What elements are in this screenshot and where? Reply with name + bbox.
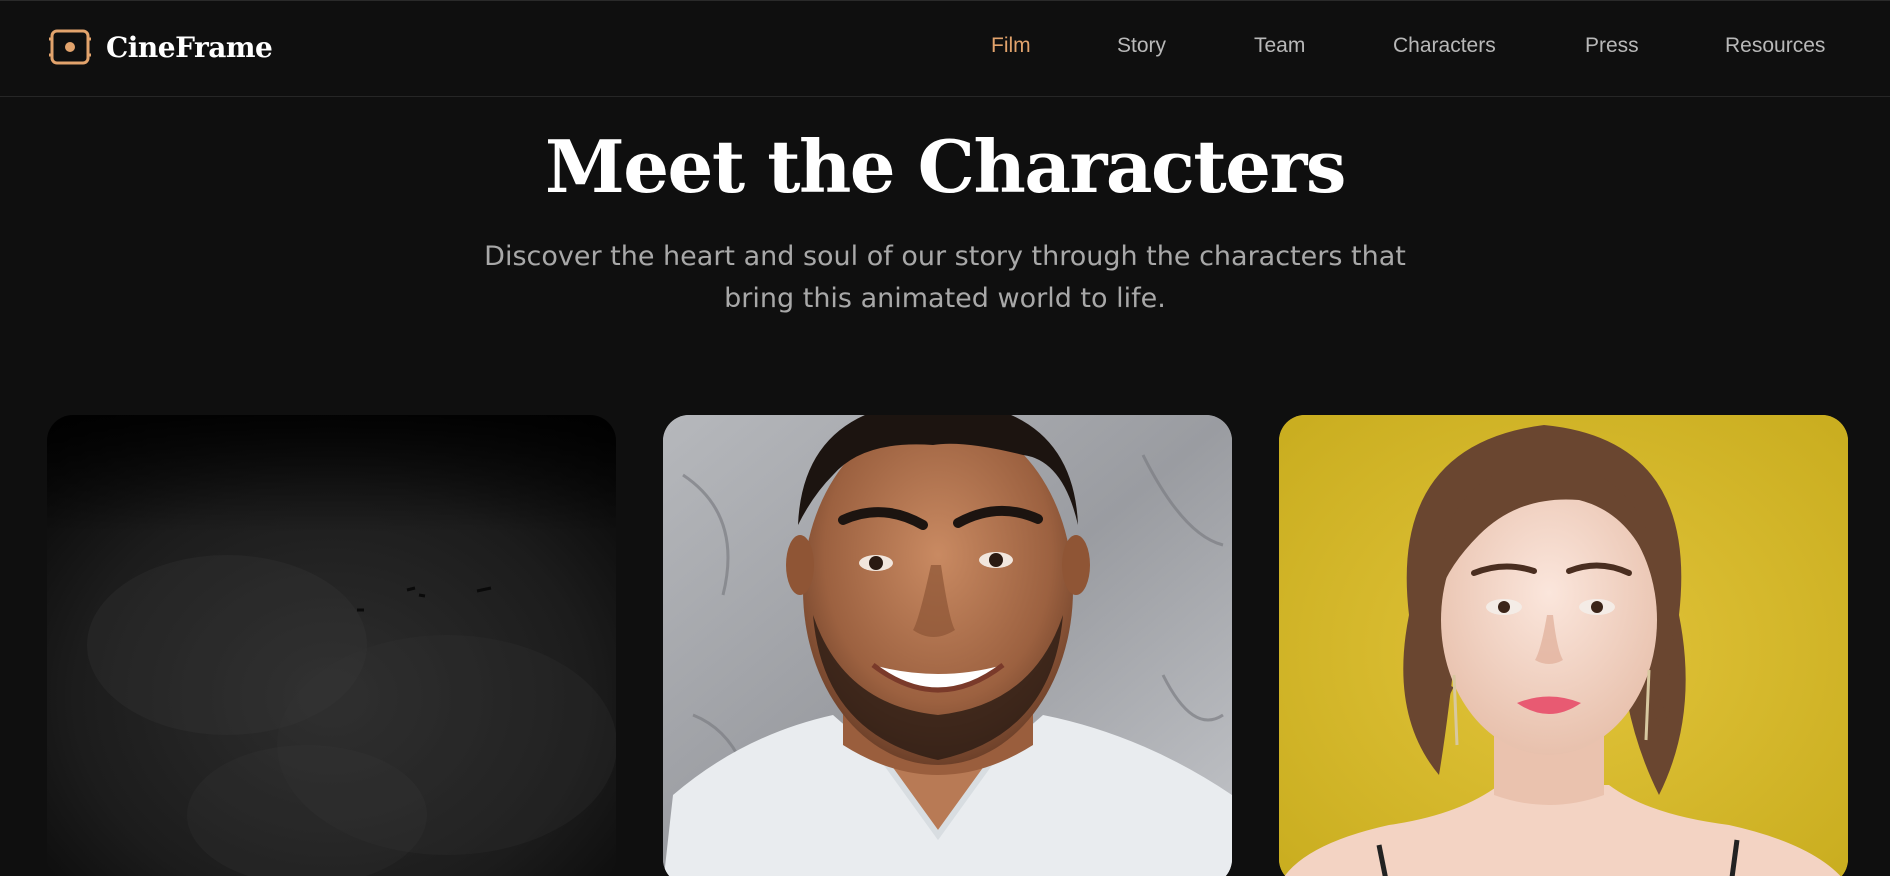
nav-item-resources[interactable]: Resources — [1725, 34, 1825, 58]
character-image-2 — [663, 415, 1232, 876]
character-image-1 — [47, 415, 616, 876]
character-image-3 — [1279, 415, 1848, 876]
main-nav: Film Story Team Characters Press Resourc… — [0, 34, 1890, 64]
character-card-1[interactable] — [47, 415, 616, 876]
character-card-3[interactable] — [1279, 415, 1848, 876]
character-card-2[interactable] — [663, 415, 1232, 876]
subtitle-line-1: Discover the heart and soul of our story… — [484, 241, 1406, 272]
nav-item-team[interactable]: Team — [1254, 34, 1305, 58]
site-header: CineFrame Film Story Team Characters Pre… — [0, 0, 1890, 97]
subtitle-line-2: bring this animated world to life. — [724, 283, 1166, 314]
nav-item-characters[interactable]: Characters — [1393, 34, 1496, 58]
nav-item-story[interactable]: Story — [1117, 34, 1166, 58]
page-title: Meet the Characters — [545, 124, 1346, 209]
nav-item-film[interactable]: Film — [991, 34, 1031, 58]
nav-item-press[interactable]: Press — [1585, 34, 1639, 58]
page-subtitle: Discover the heart and soul of our story… — [445, 236, 1445, 320]
